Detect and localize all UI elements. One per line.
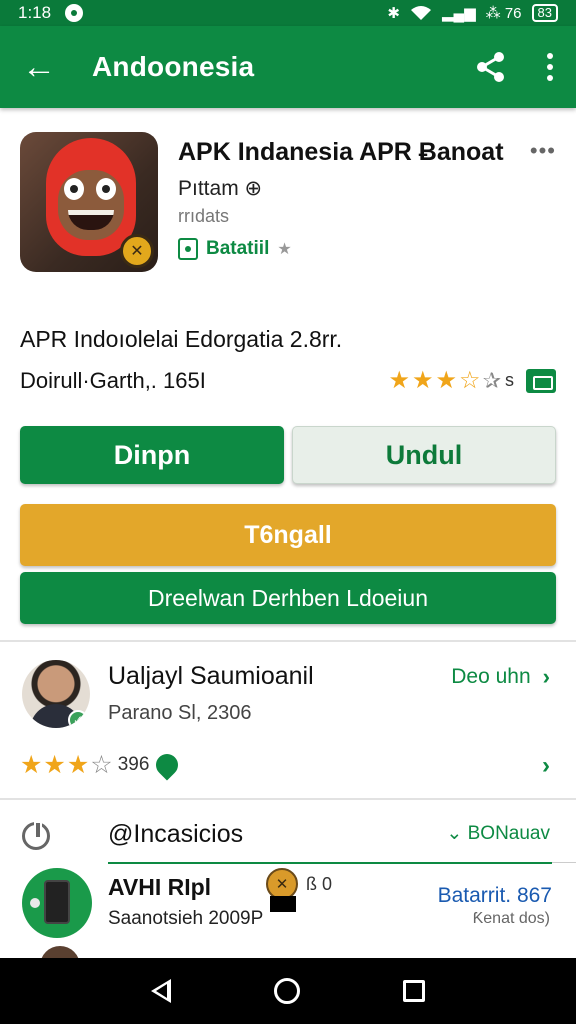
- badge-star: ★: [277, 241, 292, 258]
- list-item[interactable]: AVHI RIpl ✕ ß 0 Saanotsieh 2009P Batarri…: [20, 866, 556, 946]
- star-outline-icon: ✰: [482, 367, 501, 393]
- badge-label: Batatiil: [206, 238, 270, 259]
- leaf-icon: [151, 749, 183, 781]
- signal-icon: ▂▄▆: [441, 5, 476, 22]
- star-icon: ★: [66, 751, 90, 779]
- similar-title: @Incasicios: [108, 820, 244, 848]
- star-icon: ★: [412, 367, 434, 394]
- chevron-right-icon[interactable]: ›: [542, 752, 550, 780]
- developer-rating-count: 396: [117, 754, 150, 775]
- divider: [0, 798, 576, 800]
- share-icon[interactable]: [474, 50, 508, 84]
- similar-section-header: @Incasicios ⌄ BONauav: [20, 818, 556, 858]
- similar-more-link[interactable]: ⌄ BONauav: [446, 822, 550, 845]
- badge-icon: [178, 238, 198, 260]
- nav-home-icon[interactable]: [273, 978, 300, 1004]
- status-time: 1:18: [18, 3, 52, 22]
- developer-link[interactable]: Deo uhn ›: [451, 664, 550, 690]
- download-button[interactable]: Undul: [292, 426, 556, 484]
- app-meta-text: Doirull·Garth,. 165I: [20, 368, 206, 393]
- notification-icon: [65, 4, 84, 22]
- system-nav-bar: [0, 958, 576, 1024]
- app-meta-row: Doirull·Garth,. 165I ★ ★ ★ ☆ ✰ s: [20, 366, 556, 396]
- more-vert-icon[interactable]: [546, 53, 554, 81]
- status-bar: 1:18 ✱ ▂▄▆ ⁂ 76 83: [0, 0, 576, 26]
- wifi-icon: [410, 6, 431, 20]
- app-icon: ✕: [20, 132, 158, 272]
- similar-app-name: AVHI RIpl: [108, 874, 212, 900]
- app-developer[interactable]: Pıttam ⊕: [178, 176, 262, 201]
- similar-app-icon: [22, 868, 92, 938]
- star-icon: ★: [435, 367, 458, 394]
- divider: [0, 640, 576, 642]
- app-info-line: APR Indoıolelai Edorgatia 2.8rr.: [20, 326, 343, 352]
- wide-action-button[interactable]: Dreelwan Derhben Ldoeiun: [20, 572, 556, 624]
- developer-name: Ualjayl Saumioanil: [108, 662, 314, 690]
- page-title: Andoonesia: [92, 51, 255, 82]
- back-arrow-icon[interactable]: ←: [22, 50, 62, 84]
- battery-icon: 83: [531, 4, 558, 22]
- app-subtitle: rrıdats: [178, 206, 230, 226]
- review-icon[interactable]: [526, 368, 556, 393]
- developer-date: Parano Sl, 2306: [108, 702, 252, 724]
- star-outline-icon: ☆: [459, 367, 481, 394]
- similar-app-note: Ƙenat dos): [472, 910, 550, 927]
- app-more-dots[interactable]: •••: [530, 138, 556, 164]
- status-extra: ⁂ 76: [485, 5, 522, 22]
- power-icon: [22, 821, 50, 850]
- app-rating: ★ ★ ★ ☆ ✰ s: [388, 366, 556, 395]
- developer-card[interactable]: ✓ Ualjayl Saumioanil Parano Sl, 2306 Deo…: [20, 658, 556, 788]
- star-icon: ★: [388, 367, 411, 394]
- developer-link-label: Deo uhn: [451, 665, 531, 688]
- app-badge: Batatiil ★: [178, 238, 292, 260]
- app-header: ✕ APK Indanesia APR Ƀanoat ••• Pıttam ⊕ …: [20, 132, 556, 277]
- verified-icon: ✓: [68, 710, 88, 728]
- star-icon: ★: [20, 751, 43, 779]
- primary-button[interactable]: Dinpn: [20, 426, 284, 484]
- star-outline-icon: ☆: [90, 751, 113, 779]
- similar-app-extra: ß 0: [306, 874, 333, 894]
- nav-recents-icon[interactable]: [402, 980, 425, 1002]
- avatar: ✓: [22, 660, 90, 728]
- bluetooth-icon: ✱: [387, 5, 400, 22]
- nav-back-icon[interactable]: [151, 979, 172, 1003]
- similar-underline-accent: [108, 862, 552, 864]
- app-icon-badge: ✕: [120, 234, 154, 268]
- star-icon: ★: [43, 751, 66, 779]
- developer-rating: ★ ★ ★ ☆ 396: [20, 749, 183, 781]
- similar-app-price[interactable]: Batarrit. 867: [438, 884, 552, 908]
- redaction-block: [270, 896, 296, 912]
- app-name: APK Indanesia APR Ƀanoat: [178, 138, 504, 166]
- similar-app-subtitle: Saanotsieh 2009P: [108, 908, 264, 929]
- chevron-right-icon: ›: [542, 664, 550, 689]
- rating-count: s: [505, 370, 514, 390]
- app-bar: ← Andoonesia: [0, 26, 576, 108]
- gold-action-button[interactable]: T6ngall: [20, 504, 556, 566]
